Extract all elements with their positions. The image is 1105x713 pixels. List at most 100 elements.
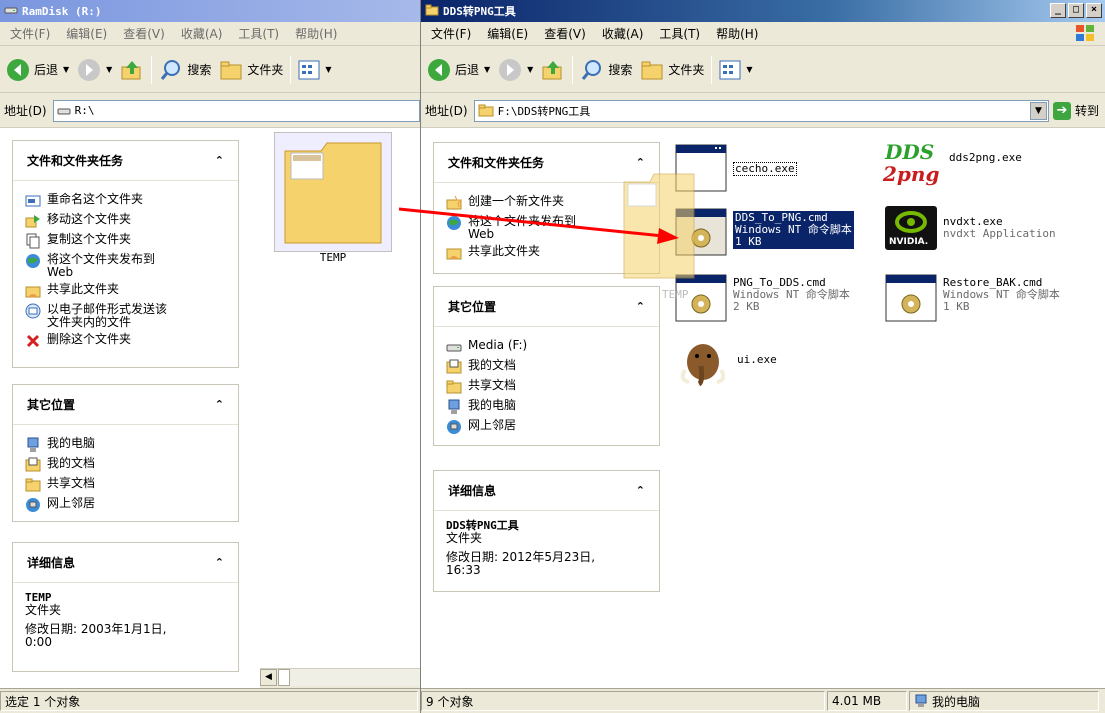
menu-tools[interactable]: 工具(T): [651, 25, 708, 42]
file-label-block: nvdxt.exe nvdxt Application: [943, 216, 1056, 240]
file-item-dds2png[interactable]: DDS 2png dds2png.exe: [883, 140, 1022, 192]
menu-file[interactable]: 文件(F): [423, 25, 479, 42]
panel-header[interactable]: 详细信息 ⌃: [13, 543, 238, 583]
task-link[interactable]: 我的电脑: [446, 399, 647, 415]
close-button[interactable]: ×: [1086, 3, 1102, 18]
right-title-bar[interactable]: DDS转PNG工具 _ □ ×: [421, 0, 1105, 22]
menu-file[interactable]: 文件(F): [2, 25, 58, 42]
search-button[interactable]: 搜索: [576, 56, 636, 84]
menu-view[interactable]: 查看(V): [115, 25, 173, 42]
task-link-label: 网上邻居: [47, 496, 96, 510]
collapse-chevron-icon[interactable]: ⌃: [636, 156, 645, 169]
task-link[interactable]: 移动这个文件夹: [25, 213, 226, 229]
address-label: 地址(D): [4, 104, 47, 118]
file-item-nvdxt[interactable]: NVIDIA. nvdxt.exe nvdxt Application: [885, 206, 1056, 250]
file-name: cecho.exe: [733, 162, 797, 176]
back-label: 后退: [34, 63, 59, 77]
collapse-chevron-icon[interactable]: ⌃: [215, 398, 224, 411]
collapse-chevron-icon[interactable]: ⌃: [215, 154, 224, 167]
temp-folder-label: TEMP: [312, 252, 354, 264]
my-computer-icon: [446, 399, 462, 415]
forward-button[interactable]: ▼: [73, 56, 116, 84]
address-label: 地址(D): [425, 104, 468, 118]
address-field[interactable]: R:\: [52, 99, 420, 122]
task-link-label: 重命名这个文件夹: [47, 192, 144, 206]
scroll-thumb[interactable]: [278, 669, 290, 686]
folders-button[interactable]: 文件夹: [636, 56, 708, 84]
minimize-button[interactable]: _: [1050, 3, 1066, 18]
panel-header[interactable]: 其它位置 ⌃: [13, 385, 238, 425]
search-label: 搜索: [187, 63, 212, 77]
task-link[interactable]: 网上邻居: [25, 497, 226, 513]
details-panel: 详细信息 ⌃ DDS转PNG工具 文件夹 修改日期: 2012年5月23日, 16…: [433, 470, 660, 592]
nvidia-eye-icon: [895, 211, 927, 233]
other-places-panel: 其它位置 ⌃ 我的电脑我的文档共享文档网上邻居: [12, 384, 239, 522]
back-button[interactable]: 后退 ▼: [2, 56, 73, 84]
forward-arrow-icon: [499, 58, 522, 81]
task-link[interactable]: 我的文档: [446, 359, 647, 375]
task-link[interactable]: 重命名这个文件夹: [25, 193, 226, 209]
collapse-chevron-icon[interactable]: ⌃: [215, 556, 224, 569]
task-link[interactable]: 共享文档: [446, 379, 647, 395]
file-folder-tasks-panel: 文件和文件夹任务 ⌃ 重命名这个文件夹移动这个文件夹 复制这个文件夹将这个文件夹发布…: [12, 140, 239, 368]
file-item-dds-to-png[interactable]: DDS_To_PNG.cmd Windows NT 命令脚本 1 KB: [675, 208, 854, 256]
task-link[interactable]: 删除这个文件夹: [25, 333, 226, 349]
file-item-png-to-dds[interactable]: PNG_To_DDS.cmd Windows NT 命令脚本 2 KB: [675, 274, 850, 322]
panel-header[interactable]: 详细信息 ⌃: [434, 471, 659, 511]
address-dropdown-icon[interactable]: ▼: [1029, 101, 1047, 120]
task-link[interactable]: 共享此文件夹: [25, 283, 226, 299]
panel-header[interactable]: 其它位置 ⌃: [434, 287, 659, 327]
up-folder-button[interactable]: [116, 56, 148, 84]
panel-header[interactable]: 文件和文件夹任务 ⌃: [13, 141, 238, 181]
details-modified: 修改日期: 2003年1月1日, 0:00: [25, 622, 167, 649]
task-link[interactable]: 共享文档: [25, 477, 226, 493]
up-folder-button[interactable]: [537, 56, 569, 84]
folder-icon: [478, 104, 494, 117]
address-field[interactable]: F:\DDS转PNG工具: [473, 99, 1049, 122]
task-link[interactable]: Media (F:): [446, 339, 647, 355]
menu-edit[interactable]: 编辑(E): [479, 25, 536, 42]
left-menu-bar: 文件(F) 编辑(E) 查看(V) 收藏(A) 工具(T) 帮助(H): [0, 22, 420, 46]
folder-icon: [284, 142, 382, 244]
back-button[interactable]: 后退 ▼: [423, 56, 494, 84]
folders-button[interactable]: 文件夹: [215, 56, 287, 84]
menu-edit[interactable]: 编辑(E): [58, 25, 115, 42]
menu-tools[interactable]: 工具(T): [230, 25, 287, 42]
left-title-bar[interactable]: RamDisk (R:): [0, 0, 420, 22]
task-link[interactable]: 将这个文件夹发布到 Web: [25, 253, 226, 279]
task-link[interactable]: 我的文档: [25, 457, 226, 473]
views-button[interactable]: ▼: [294, 58, 335, 82]
menu-favorites[interactable]: 收藏(A): [594, 25, 652, 42]
views-button[interactable]: ▼: [715, 58, 756, 82]
search-button[interactable]: 搜索: [155, 56, 215, 84]
file-item-ui[interactable]: ui.exe: [675, 336, 777, 386]
maximize-button[interactable]: □: [1068, 3, 1084, 18]
task-link[interactable]: 以电子邮件形式发送该 文件夹内的文件: [25, 303, 226, 329]
views-icon: [298, 60, 320, 79]
horizontal-scrollbar[interactable]: ◀: [260, 668, 420, 686]
forward-button[interactable]: ▼: [494, 56, 537, 84]
menu-help[interactable]: 帮助(H): [287, 25, 345, 42]
details-type: 文件夹: [446, 531, 483, 545]
right-window-title: DDS转PNG工具: [443, 5, 516, 18]
shared-documents-icon: [446, 379, 462, 395]
go-button[interactable]: ➔ 转到: [1052, 101, 1099, 120]
menu-favorites[interactable]: 收藏(A): [173, 25, 231, 42]
collapse-chevron-icon[interactable]: ⌃: [636, 300, 645, 313]
task-link-label: 删除这个文件夹: [47, 332, 132, 346]
collapse-chevron-icon[interactable]: ⌃: [636, 484, 645, 497]
drag-ghost-label: TEMP: [662, 288, 689, 301]
temp-folder-item[interactable]: [274, 132, 392, 252]
drag-direction-arrow: [398, 207, 679, 244]
task-link[interactable]: 复制这个文件夹: [25, 233, 226, 249]
task-link[interactable]: 我的电脑: [25, 437, 226, 453]
panel-title: 文件和文件夹任务: [448, 156, 545, 170]
menu-help[interactable]: 帮助(H): [708, 25, 766, 42]
file-item-restore-bak[interactable]: Restore_BAK.cmd Windows NT 命令脚本 1 KB: [885, 274, 1060, 322]
left-window-title: RamDisk (R:): [22, 4, 102, 18]
menu-view[interactable]: 查看(V): [536, 25, 594, 42]
scroll-left-arrow-icon[interactable]: ◀: [260, 669, 277, 686]
back-label: 后退: [455, 63, 480, 77]
task-link-label: 我的文档: [468, 358, 517, 372]
task-link[interactable]: 网上邻居: [446, 419, 647, 435]
